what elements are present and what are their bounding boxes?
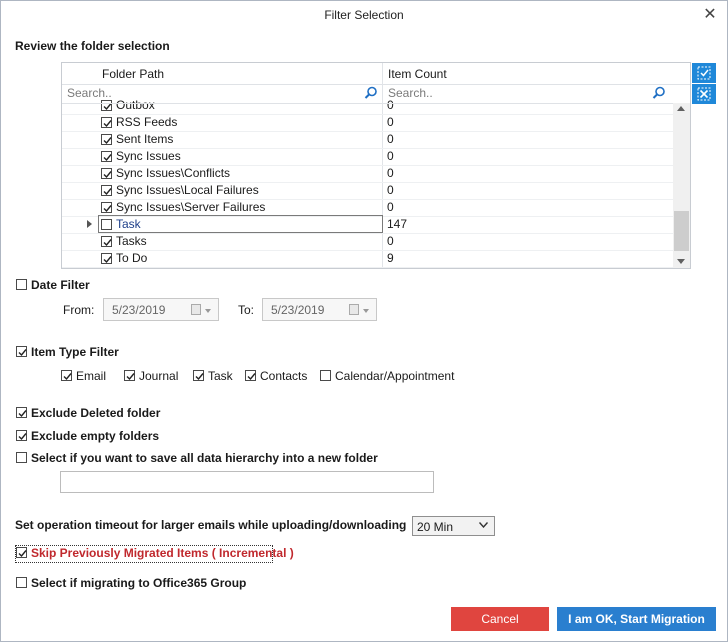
chevron-down-icon bbox=[479, 522, 488, 528]
journal-type-checkbox[interactable] bbox=[124, 370, 135, 381]
from-label: From: bbox=[63, 303, 95, 317]
contacts-type-label: Contacts bbox=[260, 369, 308, 383]
scroll-down-icon[interactable] bbox=[677, 259, 685, 264]
folder-grid: Folder Path Item Count Outbox 0 RSS Feeds 0… bbox=[61, 62, 691, 269]
window-title: Filter Selection bbox=[324, 8, 404, 22]
row-checkbox[interactable] bbox=[101, 168, 112, 179]
grid-header: Folder Path Item Count bbox=[62, 63, 690, 85]
folder-path-cell: To Do bbox=[116, 251, 148, 265]
uncheck-all-icon bbox=[697, 87, 711, 101]
task-type-label: Task bbox=[208, 369, 233, 383]
table-row[interactable]: Sync Issues 0 bbox=[62, 148, 673, 166]
to-date-picker[interactable]: 5/23/2019 bbox=[262, 298, 377, 321]
table-row[interactable]: Sent Items 0 bbox=[62, 131, 673, 149]
close-icon[interactable]: ✕ bbox=[701, 6, 719, 24]
chevron-down-icon[interactable] bbox=[363, 309, 369, 313]
save-hierarchy-checkbox[interactable] bbox=[16, 452, 27, 463]
folder-path-cell: Sync Issues\Server Failures bbox=[116, 200, 266, 214]
row-checkbox[interactable] bbox=[101, 236, 112, 247]
folder-path-cell: Sent Items bbox=[116, 132, 174, 146]
skip-migrated-checkbox[interactable] bbox=[16, 547, 27, 558]
folder-path-cell: Sync Issues\Local Failures bbox=[116, 183, 259, 197]
new-folder-name-input[interactable] bbox=[60, 471, 434, 493]
select-all-button[interactable] bbox=[692, 63, 716, 83]
column-header-folder-path[interactable]: Folder Path bbox=[102, 67, 164, 81]
check-all-icon bbox=[697, 66, 711, 80]
filter-selection-dialog: Filter Selection ✕ Review the folder sel… bbox=[0, 0, 728, 642]
item-type-filter-checkbox[interactable] bbox=[16, 346, 27, 357]
folder-path-cell: Sync Issues bbox=[116, 149, 181, 163]
exclude-empty-checkbox[interactable] bbox=[16, 430, 27, 441]
start-migration-button[interactable]: I am OK, Start Migration bbox=[557, 607, 716, 631]
table-row[interactable]: RSS Feeds 0 bbox=[62, 114, 673, 132]
item-count-cell: 0 bbox=[387, 149, 394, 163]
journal-type-label: Journal bbox=[139, 369, 179, 383]
table-row[interactable]: Task 147 bbox=[62, 215, 673, 234]
email-type-label: Email bbox=[76, 369, 107, 383]
item-count-cell: 0 bbox=[387, 132, 394, 146]
item-count-cell: 0 bbox=[387, 234, 394, 248]
column-header-item-count[interactable]: Item Count bbox=[388, 67, 447, 81]
scroll-up-icon[interactable] bbox=[677, 106, 685, 111]
row-checkbox[interactable] bbox=[101, 253, 112, 264]
save-hierarchy-label: Select if you want to save all data hier… bbox=[31, 451, 378, 465]
timeout-value: 20 Min bbox=[417, 520, 454, 534]
date-filter-label: Date Filter bbox=[31, 278, 90, 292]
folder-path-cell: Sync Issues\Conflicts bbox=[116, 166, 231, 180]
review-heading: Review the folder selection bbox=[15, 39, 170, 53]
cancel-button[interactable]: Cancel bbox=[451, 607, 549, 631]
item-count-cell: 0 bbox=[387, 115, 394, 129]
item-count-cell: 0 bbox=[387, 166, 394, 180]
calendar-type-checkbox[interactable] bbox=[320, 370, 331, 381]
chevron-down-icon[interactable] bbox=[205, 309, 211, 313]
row-checkbox[interactable] bbox=[101, 202, 112, 213]
item-count-cell: 0 bbox=[387, 183, 394, 197]
grid-scrollbar[interactable] bbox=[673, 103, 690, 268]
table-row[interactable]: Sync Issues\Conflicts 0 bbox=[62, 165, 673, 183]
calendar-icon[interactable] bbox=[191, 304, 201, 315]
scroll-thumb[interactable] bbox=[674, 211, 689, 251]
calendar-icon[interactable] bbox=[349, 304, 359, 315]
timeout-select[interactable]: 20 Min bbox=[412, 516, 495, 536]
folder-path-cell: Task bbox=[116, 217, 141, 231]
email-type-checkbox[interactable] bbox=[61, 370, 72, 381]
folder-path-cell: RSS Feeds bbox=[116, 115, 178, 129]
row-checkbox[interactable] bbox=[101, 117, 112, 128]
table-row[interactable]: Tasks 0 bbox=[62, 233, 673, 251]
table-row[interactable] bbox=[62, 97, 673, 103]
to-label: To: bbox=[238, 303, 255, 317]
folder-path-cell: Tasks bbox=[116, 234, 147, 248]
task-type-checkbox[interactable] bbox=[193, 370, 204, 381]
row-checkbox[interactable] bbox=[101, 134, 112, 145]
item-type-filter-label: Item Type Filter bbox=[31, 345, 119, 359]
exclude-deleted-checkbox[interactable] bbox=[16, 407, 27, 418]
office365-group-label: Select if migrating to Office365 Group bbox=[31, 576, 247, 590]
deselect-all-button[interactable] bbox=[692, 84, 716, 104]
row-checkbox[interactable] bbox=[101, 185, 112, 196]
table-row[interactable]: Sync Issues\Local Failures 0 bbox=[62, 182, 673, 200]
item-count-cell: 147 bbox=[387, 217, 408, 231]
date-filter-checkbox[interactable] bbox=[16, 279, 27, 290]
to-date-value: 5/23/2019 bbox=[271, 303, 325, 317]
item-count-cell: 0 bbox=[387, 200, 394, 214]
exclude-deleted-label: Exclude Deleted folder bbox=[31, 406, 161, 420]
expand-arrow-icon[interactable] bbox=[87, 220, 92, 228]
row-checkbox[interactable] bbox=[101, 219, 112, 230]
office365-group-checkbox[interactable] bbox=[16, 577, 27, 588]
from-date-value: 5/23/2019 bbox=[112, 303, 166, 317]
item-count-cell: 9 bbox=[387, 251, 394, 265]
title-bar: Filter Selection ✕ bbox=[1, 1, 727, 31]
contacts-type-checkbox[interactable] bbox=[245, 370, 256, 381]
table-row[interactable]: To Do 9 bbox=[62, 250, 673, 268]
row-checkbox[interactable] bbox=[101, 151, 112, 162]
skip-migrated-label: Skip Previously Migrated Items ( Increme… bbox=[31, 546, 294, 560]
exclude-empty-label: Exclude empty folders bbox=[31, 429, 160, 443]
calendar-type-label: Calendar/Appointment bbox=[335, 369, 455, 383]
from-date-picker[interactable]: 5/23/2019 bbox=[103, 298, 219, 321]
timeout-label: Set operation timeout for larger emails … bbox=[15, 518, 407, 532]
